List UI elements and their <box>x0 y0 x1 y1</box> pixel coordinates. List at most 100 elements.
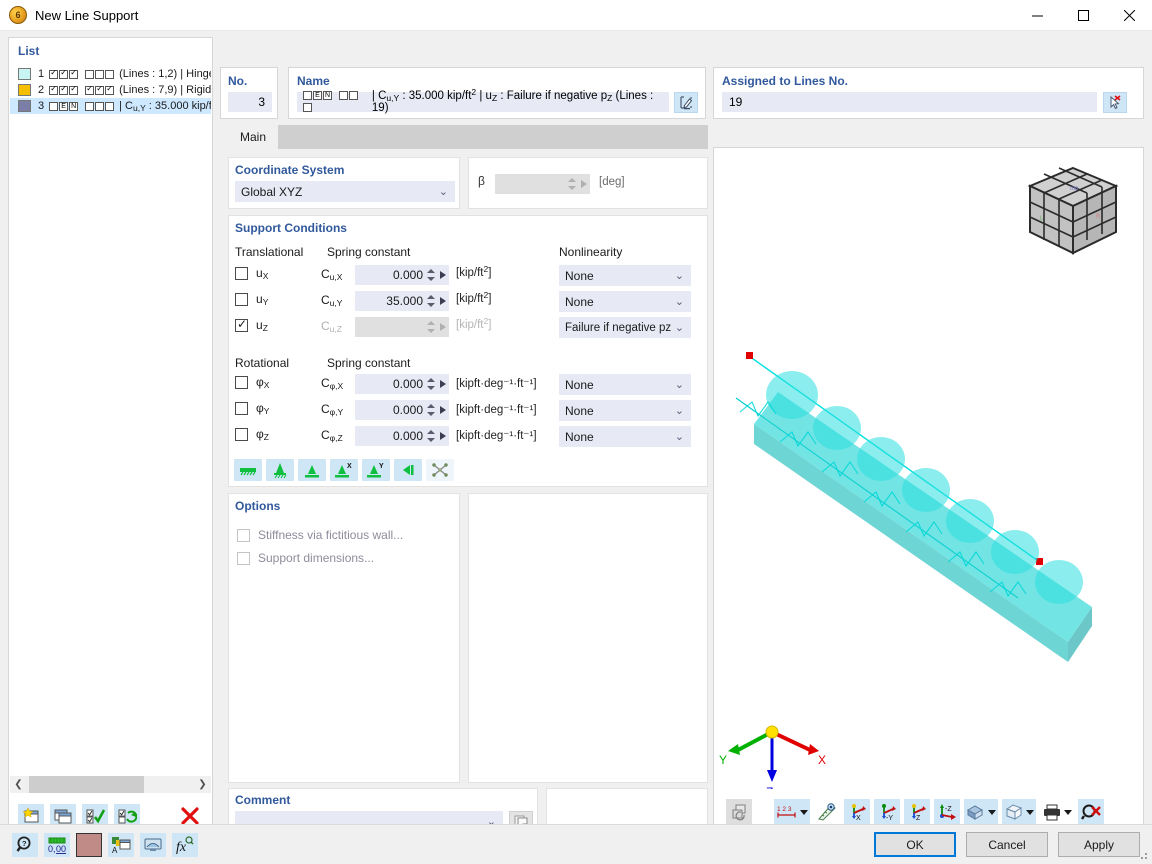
support-preset-free[interactable] <box>234 459 262 481</box>
spring-input-phix[interactable]: 0.000 <box>355 374 449 394</box>
checkbox-phix[interactable] <box>235 375 248 389</box>
translational-row-uy[interactable]: uY <box>235 292 268 307</box>
edit-name-button[interactable] <box>674 92 698 113</box>
cancel-button[interactable]: Cancel <box>966 832 1048 857</box>
spring-input-phiz[interactable]: 0.000 <box>355 426 449 446</box>
stepper-arrows-icon[interactable] <box>426 402 435 418</box>
rotational-row-phiy[interactable]: φY <box>235 401 269 416</box>
assigned-input[interactable]: 19 <box>722 92 1097 112</box>
chevron-down-icon[interactable] <box>1064 809 1072 815</box>
stepper-arrows-icon[interactable] <box>426 376 435 392</box>
shading-button[interactable] <box>964 799 998 825</box>
option-label-dimensions: Support dimensions... <box>258 551 375 565</box>
scroll-right-arrow[interactable]: ❯ <box>194 779 211 790</box>
stepper-arrows-icon[interactable] <box>426 293 435 309</box>
chevron-down-icon[interactable] <box>800 809 808 815</box>
translational-row-uz[interactable]: uZ <box>235 317 268 333</box>
list-item[interactable]: 2 (Lines : 7,9) | Rigid <box>10 82 211 98</box>
option-stiffness-fictitious-wall[interactable]: Stiffness via fictitious wall... <box>237 528 403 542</box>
display-properties-button[interactable]: A <box>108 832 134 857</box>
view-minus-z-button[interactable]: -Z <box>934 799 960 825</box>
checkbox-support-dimensions[interactable] <box>237 551 250 565</box>
spring-input-uy[interactable]: 35.000 <box>355 291 449 311</box>
checkbox-phiz[interactable] <box>235 427 248 441</box>
spring-input-phiy[interactable]: 0.000 <box>355 400 449 420</box>
list-horizontal-scrollbar[interactable]: ❮ ❯ <box>10 776 211 793</box>
wireframe-button[interactable] <box>1002 799 1036 825</box>
maximize-button[interactable] <box>1060 0 1106 31</box>
support-list[interactable]: 1 (Lines : 1,2) | Hinge 2 (Lines : 7,9) … <box>10 64 211 839</box>
svg-text:top: top <box>1070 186 1079 192</box>
play-arrow-icon[interactable] <box>440 271 446 279</box>
play-arrow-icon[interactable] <box>440 380 446 388</box>
rotational-row-phix[interactable]: φX <box>235 375 269 390</box>
resize-grip[interactable] <box>1137 849 1149 861</box>
nonlinearity-select-ux[interactable]: None ⌄ <box>559 265 691 286</box>
formula-button[interactable]: fx <box>172 832 198 857</box>
close-button[interactable] <box>1106 0 1152 31</box>
nonlinearity-select-uz[interactable]: Failure if negative pz ⌄ <box>559 317 691 338</box>
beta-input[interactable] <box>495 174 590 194</box>
chevron-down-icon[interactable] <box>1026 809 1034 815</box>
scroll-left-arrow[interactable]: ❮ <box>10 779 27 790</box>
stepper-arrows-icon[interactable] <box>567 176 576 192</box>
options-panel: Options Stiffness via fictitious wall...… <box>228 493 460 783</box>
visibility-button[interactable] <box>814 799 840 825</box>
checkbox-uz[interactable] <box>235 317 248 332</box>
chevron-down-icon: ⌄ <box>674 405 684 417</box>
scroll-thumb[interactable] <box>29 776 144 793</box>
play-arrow-icon[interactable] <box>440 297 446 305</box>
pick-lines-button[interactable] <box>1103 92 1127 113</box>
nonlinearity-select-phiz[interactable]: None ⌄ <box>559 426 691 447</box>
rotational-row-phiz[interactable]: φZ <box>235 427 269 442</box>
translational-row-ux[interactable]: uX <box>235 266 268 281</box>
checkbox-uy[interactable] <box>235 292 248 306</box>
support-preset-x[interactable]: X <box>330 459 358 481</box>
list-item[interactable]: 1 (Lines : 1,2) | Hinge <box>10 66 211 82</box>
spring-unit-uy: [kip/ft2] <box>456 290 492 305</box>
chevron-down-icon[interactable] <box>988 809 996 815</box>
minimize-button[interactable] <box>1014 0 1060 31</box>
tab-main[interactable]: Main <box>228 125 278 149</box>
color-button[interactable] <box>76 832 102 857</box>
spring-unit-phiy: [kipft·deg⁻¹·ft⁻¹] <box>456 404 537 416</box>
viewport-canvas[interactable]: top L R X Y <box>718 152 1139 789</box>
render-mode-button[interactable] <box>726 799 752 825</box>
checkbox-stiffness-fictitious-wall[interactable] <box>237 528 250 542</box>
scroll-track[interactable] <box>27 776 194 793</box>
help-button[interactable]: ? <box>12 832 38 857</box>
spring-input-ux[interactable]: 0.000 <box>355 265 449 285</box>
ok-button[interactable]: OK <box>874 832 956 857</box>
play-arrow-icon[interactable] <box>440 432 446 440</box>
coordinate-system-select[interactable]: Global XYZ ⌄ <box>235 181 455 202</box>
spring-value-uy: 35.000 <box>386 294 423 308</box>
option-support-dimensions[interactable]: Support dimensions... <box>237 551 374 565</box>
nonlinearity-value-phiy: None <box>565 403 594 418</box>
view-z-button[interactable]: Z <box>904 799 930 825</box>
checkbox-ux[interactable] <box>235 266 248 280</box>
checkbox-phiy[interactable] <box>235 401 248 415</box>
support-preset-hinged[interactable] <box>298 459 326 481</box>
support-preset-elastic[interactable] <box>266 459 294 481</box>
name-input[interactable]: EN | Cu,Y : 35.000 kip/ft2 | uZ : Failur… <box>297 87 669 114</box>
numbering-button[interactable]: 1 2 3 <box>774 799 810 825</box>
zoom-reset-button[interactable] <box>1078 799 1104 825</box>
view-x-button[interactable]: X <box>844 799 870 825</box>
nonlinearity-select-uy[interactable]: None ⌄ <box>559 291 691 312</box>
visibility-toggle-button[interactable] <box>140 832 166 857</box>
nonlinearity-select-phix[interactable]: None ⌄ <box>559 374 691 395</box>
view-y-button[interactable]: -Y <box>874 799 900 825</box>
print-button[interactable] <box>1040 799 1074 825</box>
play-arrow-icon[interactable] <box>581 180 587 188</box>
support-preset-y[interactable]: Y <box>362 459 390 481</box>
support-preset-fixed[interactable] <box>394 459 422 481</box>
stepper-arrows-icon[interactable] <box>426 267 435 283</box>
number-input[interactable]: 3 <box>228 92 272 112</box>
apply-button[interactable]: Apply <box>1058 832 1140 857</box>
nonlinearity-select-phiy[interactable]: None ⌄ <box>559 400 691 421</box>
play-arrow-icon[interactable] <box>440 406 446 414</box>
list-item[interactable]: 3 EN | Cu,Y : 35.000 kip/f <box>10 98 211 114</box>
units-button[interactable]: 0, 00 <box>44 832 70 857</box>
stepper-arrows-icon[interactable] <box>426 428 435 444</box>
support-preset-none[interactable] <box>426 459 454 481</box>
